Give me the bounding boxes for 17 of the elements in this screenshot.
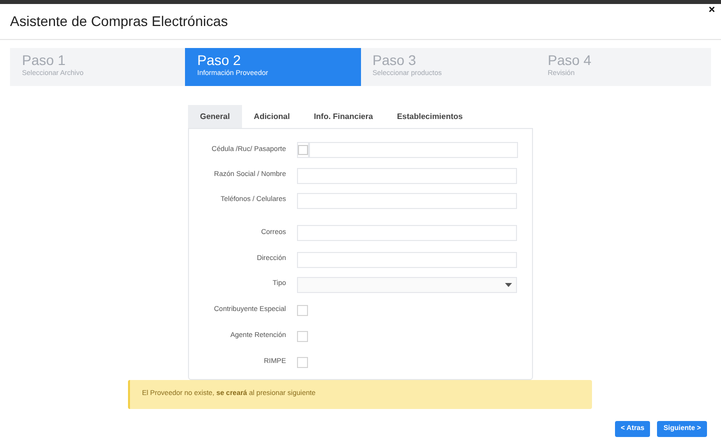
checkbox[interactable] (297, 142, 309, 158)
input-field[interactable] (297, 192, 517, 208)
input-field[interactable] (297, 168, 517, 184)
dropdown[interactable] (297, 276, 517, 292)
tab[interactable]: General (188, 105, 242, 128)
tab[interactable]: Info. Financiera (302, 105, 385, 128)
input-field[interactable] (297, 225, 517, 241)
checkbox[interactable] (297, 356, 308, 368)
input-field[interactable] (309, 142, 518, 158)
input-field[interactable] (297, 252, 517, 268)
close-button[interactable]: × (708, 2, 715, 18)
checkbox[interactable] (297, 330, 308, 342)
tab[interactable]: Establecimientos (384, 105, 475, 128)
tab[interactable]: Adicional (242, 105, 302, 128)
checkbox[interactable] (297, 304, 308, 316)
caret-icon (505, 282, 512, 286)
window-title: Asistente de Compras Electrónicas (10, 12, 228, 31)
